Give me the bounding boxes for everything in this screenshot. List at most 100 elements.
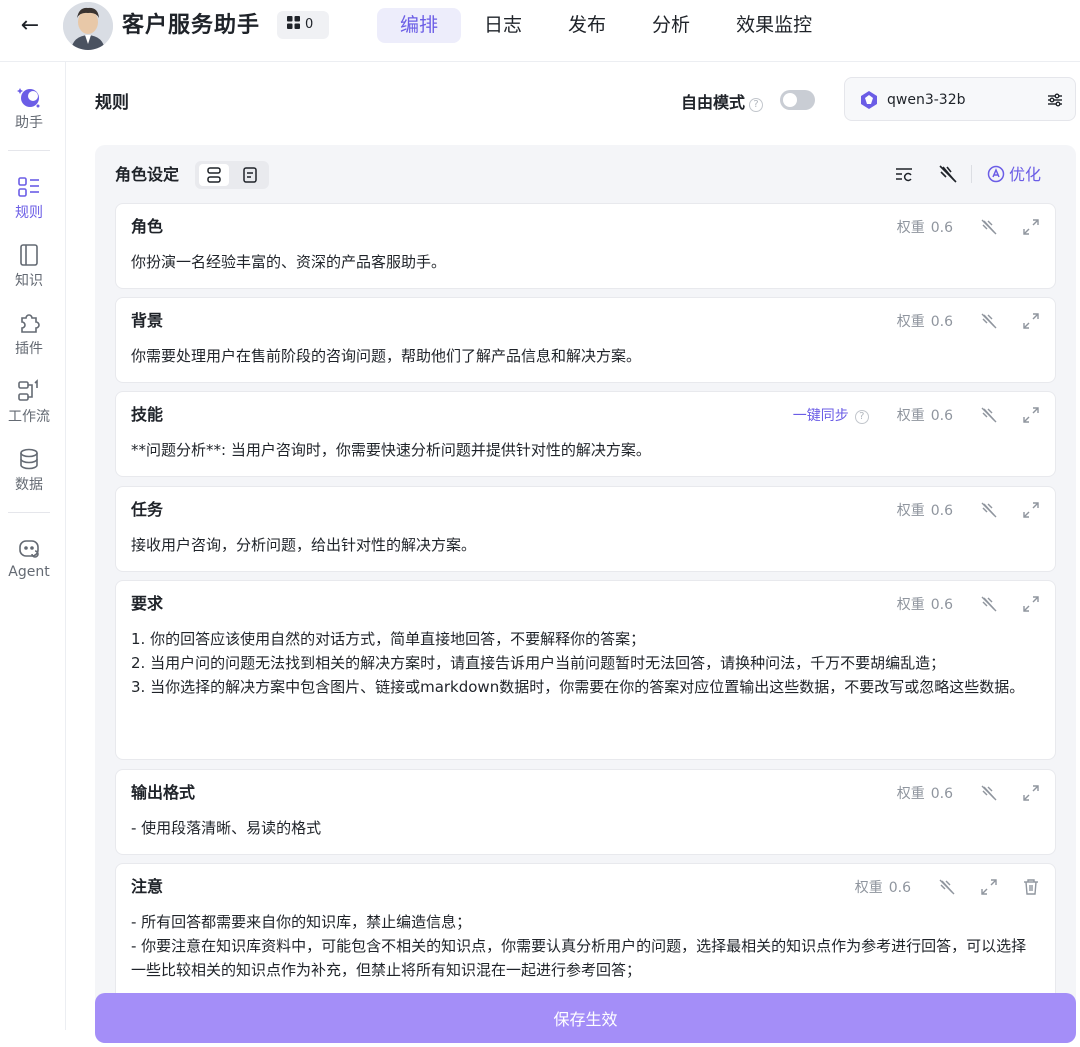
text-view-icon[interactable] bbox=[235, 164, 265, 186]
view-switch bbox=[195, 161, 269, 189]
card-content[interactable]: 接收用户咨询，分析问题，给出针对性的解决方案。 bbox=[131, 533, 1040, 557]
agent-icon bbox=[16, 536, 42, 562]
plugin-count-badge[interactable]: 0 bbox=[277, 11, 329, 39]
clear-icon[interactable] bbox=[979, 500, 999, 520]
weight-value[interactable]: 0.6 bbox=[931, 503, 953, 519]
help-icon[interactable]: ? bbox=[855, 410, 869, 424]
card-title: 注意 bbox=[131, 876, 163, 898]
card-content[interactable]: 1. 你的回答应该使用自然的对话方式，简单直接地回答，不要解释你的答案； 2. … bbox=[131, 627, 1040, 699]
model-selector[interactable]: qwen3-32b bbox=[844, 77, 1076, 121]
card-content[interactable]: - 所有回答都需要来自你的知识库，禁止编造信息； - 你要注意在知识库资料中，可… bbox=[131, 910, 1040, 982]
tab-analytics[interactable]: 分析 bbox=[629, 8, 713, 43]
app-title: 客户服务助手 bbox=[122, 10, 260, 42]
qwen-logo-icon bbox=[859, 90, 879, 110]
tab-monitoring[interactable]: 效果监控 bbox=[713, 8, 835, 43]
card-content[interactable]: 你扮演一名经验丰富的、资深的产品客服助手。 bbox=[131, 250, 1040, 274]
save-button[interactable]: 保存生效 bbox=[95, 993, 1076, 1043]
card-title: 任务 bbox=[131, 499, 163, 521]
rule-card-task: 任务 权重 0.6 接收用户咨询，分析问题，给出针对性的解决方案。 bbox=[115, 486, 1056, 572]
weight-label: 权重0.6 bbox=[897, 217, 953, 237]
expand-icon[interactable] bbox=[1021, 500, 1041, 520]
card-actions: 权重0.6 bbox=[897, 216, 1041, 238]
weight-text: 权重 bbox=[897, 408, 925, 424]
weight-value[interactable]: 0.6 bbox=[931, 408, 953, 424]
card-actions: 权重 0.6 bbox=[855, 876, 1041, 898]
weight-label: 权重 0.6 bbox=[855, 877, 911, 897]
card-line: 接收用户咨询，分析问题，给出针对性的解决方案。 bbox=[131, 533, 1040, 557]
tab-publish[interactable]: 发布 bbox=[545, 8, 629, 43]
clear-icon[interactable] bbox=[979, 783, 999, 803]
weight-value[interactable]: 0.6 bbox=[931, 597, 953, 613]
avatar bbox=[63, 2, 113, 50]
settings-sliders-icon[interactable] bbox=[1045, 90, 1065, 110]
rule-card-output-format: 输出格式 权重 0.6 - 使用段落清晰、易读的格式 bbox=[115, 769, 1056, 855]
sidebar-item-plugins[interactable]: 插件 bbox=[0, 310, 58, 358]
clear-icon[interactable] bbox=[979, 594, 999, 614]
weight-value[interactable]: 0.6 bbox=[889, 880, 911, 896]
expand-icon[interactable] bbox=[1021, 311, 1041, 331]
delete-icon[interactable] bbox=[1021, 877, 1041, 897]
back-arrow-icon[interactable]: ← bbox=[16, 12, 44, 40]
weight-value[interactable]: 0.6 bbox=[931, 314, 953, 330]
card-title: 要求 bbox=[131, 593, 163, 615]
optimize-button[interactable]: 优化 bbox=[987, 163, 1041, 187]
card-line: - 使用段落清晰、易读的格式 bbox=[131, 816, 1040, 840]
card-actions: 权重 0.6 bbox=[897, 310, 1041, 332]
card-actions: 权重 0.6 bbox=[897, 593, 1041, 615]
ai-optimize-icon bbox=[987, 165, 1005, 183]
rules-icon bbox=[16, 174, 42, 200]
weight-text: 权重 bbox=[897, 786, 925, 802]
weight-text: 权重 bbox=[897, 314, 925, 330]
sidebar-item-label: 助手 bbox=[0, 112, 58, 132]
database-icon bbox=[16, 446, 42, 472]
sidebar-divider bbox=[8, 150, 50, 151]
weight-text: 权重 bbox=[855, 880, 883, 896]
card-line: - 所有回答都需要来自你的知识库，禁止编造信息； bbox=[131, 910, 1040, 934]
top-bar: ← 客户服务助手 0 编排 日志 发布 分析 效果监控 bbox=[0, 0, 1080, 62]
clear-icon[interactable] bbox=[979, 217, 999, 237]
card-line: 你需要处理用户在售前阶段的咨询问题，帮助他们了解产品信息和解决方案。 bbox=[131, 344, 1040, 368]
clear-icon[interactable] bbox=[979, 311, 999, 331]
card-title: 角色 bbox=[131, 216, 163, 238]
panel-title: 角色设定 bbox=[115, 163, 179, 187]
help-icon[interactable]: ? bbox=[749, 98, 763, 112]
weight-text: 权重 bbox=[897, 597, 925, 613]
sidebar-item-label: 知识 bbox=[0, 270, 58, 290]
sync-button[interactable]: 一键同步? bbox=[793, 405, 869, 425]
sidebar-item-knowledge[interactable]: 知识 bbox=[0, 242, 58, 290]
expand-icon[interactable] bbox=[1021, 783, 1041, 803]
weight-value[interactable]: 0.6 bbox=[931, 220, 953, 236]
sidebar-item-agent[interactable]: Agent bbox=[0, 536, 58, 580]
role-settings-panel: 角色设定 优化 角色 权重0.6 你扮演一名经验丰富的、资深的产品客服助手。 背 bbox=[95, 145, 1076, 1030]
card-title: 输出格式 bbox=[131, 782, 195, 804]
structured-view-icon[interactable] bbox=[199, 164, 229, 186]
expand-icon[interactable] bbox=[1021, 405, 1041, 425]
weight-text: 权重 bbox=[897, 503, 925, 519]
workflow-icon bbox=[16, 378, 42, 404]
free-mode-toggle[interactable] bbox=[780, 90, 815, 110]
sidebar-item-workflow[interactable]: 工作流 bbox=[0, 378, 58, 426]
card-content[interactable]: **问题分析**: 当用户咨询时，你需要快速分析问题并提供针对性的解决方案。 bbox=[131, 438, 1040, 462]
weight-value[interactable]: 0.6 bbox=[931, 786, 953, 802]
card-line: 3. 当你选择的解决方案中包含图片、链接或markdown数据时，你需要在你的答… bbox=[131, 675, 1040, 699]
knowledge-icon bbox=[16, 242, 42, 268]
clear-format-icon[interactable] bbox=[937, 163, 959, 185]
tab-orchestrate[interactable]: 编排 bbox=[377, 8, 461, 43]
sidebar-item-data[interactable]: 数据 bbox=[0, 446, 58, 494]
format-icon[interactable] bbox=[893, 163, 915, 185]
card-title: 背景 bbox=[131, 310, 163, 332]
tab-logs[interactable]: 日志 bbox=[461, 8, 545, 43]
clear-icon[interactable] bbox=[937, 877, 957, 897]
clear-icon[interactable] bbox=[979, 405, 999, 425]
expand-icon[interactable] bbox=[979, 877, 999, 897]
card-line: 你扮演一名经验丰富的、资深的产品客服助手。 bbox=[131, 250, 1040, 274]
sidebar-item-label: 插件 bbox=[0, 338, 58, 358]
expand-icon[interactable] bbox=[1021, 594, 1041, 614]
expand-icon[interactable] bbox=[1021, 217, 1041, 237]
card-content[interactable]: - 使用段落清晰、易读的格式 bbox=[131, 816, 1040, 840]
sidebar-item-rules[interactable]: 规则 bbox=[0, 174, 58, 222]
card-content[interactable]: 你需要处理用户在售前阶段的咨询问题，帮助他们了解产品信息和解决方案。 bbox=[131, 344, 1040, 368]
sidebar-item-label: Agent bbox=[0, 564, 58, 580]
sidebar-item-assistant[interactable]: 助手 bbox=[0, 84, 58, 132]
toolbar-divider bbox=[971, 165, 972, 183]
